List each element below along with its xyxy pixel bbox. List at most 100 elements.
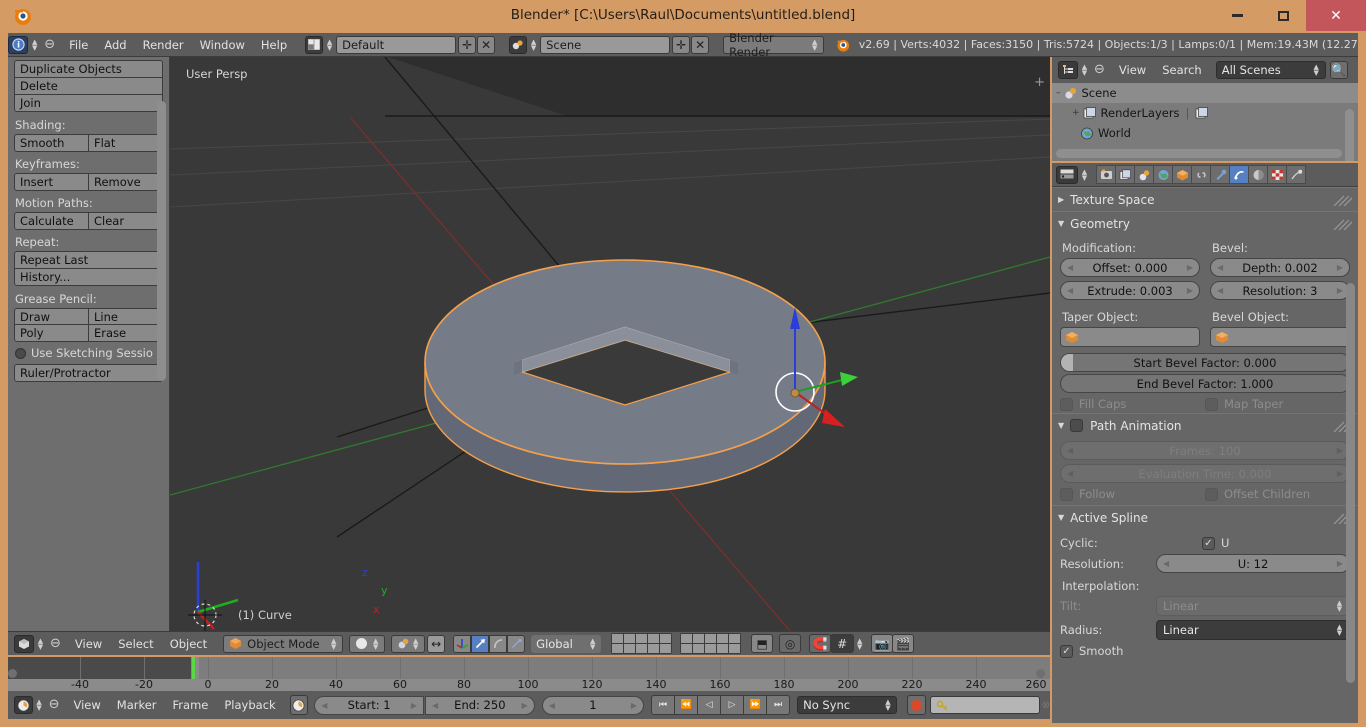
tab-constraints[interactable] xyxy=(1191,165,1211,184)
duplicate-objects-button[interactable]: Duplicate Objects xyxy=(14,60,163,78)
next-keyframe-button[interactable]: ⏩ xyxy=(743,695,768,715)
layer-15[interactable] xyxy=(660,644,672,653)
tool-shelf-scrollbar[interactable] xyxy=(157,61,166,627)
scene-expander-icon[interactable]: – xyxy=(1056,88,1061,98)
evaluation-time-field[interactable]: ◀ Evaluation Time: 0.000 ▶ xyxy=(1060,464,1350,483)
close-button[interactable]: ✕ xyxy=(1306,0,1366,31)
transform-orientation-dropdown[interactable]: Global ▲ ▼ xyxy=(531,634,602,653)
timeline-ruler[interactable]: -40 -20 0 20 40 60 80 100 120 140 160 18… xyxy=(8,657,1050,691)
layer-11[interactable] xyxy=(612,644,624,653)
proportional-edit-button[interactable]: ◎ xyxy=(779,634,802,653)
outliner-vertical-scrollbar[interactable] xyxy=(1345,109,1354,161)
tab-scene[interactable] xyxy=(1134,165,1154,184)
increment-icon[interactable]: ▶ xyxy=(631,701,637,710)
tab-modifiers[interactable] xyxy=(1210,165,1230,184)
decrement-icon[interactable]: ◀ xyxy=(321,701,327,710)
snap-magnet-button[interactable]: 🧲 xyxy=(809,634,832,653)
increment-icon[interactable]: ▶ xyxy=(1337,286,1343,295)
radius-dropdown[interactable]: Linear ▲ ▼ xyxy=(1156,620,1350,640)
timeline-menu-marker[interactable]: Marker xyxy=(109,695,165,715)
increment-icon[interactable]: ▶ xyxy=(1187,263,1193,272)
clear-paths-button[interactable]: Clear xyxy=(88,212,163,230)
renderlayers-expander-icon[interactable]: + xyxy=(1072,108,1080,118)
outliner-row-renderlayers[interactable]: + RenderLayers | xyxy=(1052,103,1358,123)
translate-manipulator-button[interactable] xyxy=(453,634,472,653)
scene-field[interactable]: Scene xyxy=(540,35,671,54)
current-frame-field[interactable]: ◀ 1 ▶ xyxy=(541,695,645,715)
timeline-scroll-right-handle[interactable] xyxy=(1036,669,1045,678)
rotate-mode-button[interactable] xyxy=(489,634,508,653)
timeline-menu-view[interactable]: View xyxy=(65,695,108,715)
outliner-menu-search[interactable]: Search xyxy=(1154,60,1210,80)
screen-layout-browse-button[interactable] xyxy=(305,35,324,54)
increment-icon[interactable]: ▶ xyxy=(522,701,528,710)
tilt-dropdown[interactable]: Linear ▲ ▼ xyxy=(1156,596,1350,616)
layer-4[interactable] xyxy=(648,634,660,643)
outliner-editor-type-spinner[interactable]: ▲ ▼ xyxy=(1081,64,1088,77)
editor-type-timeline-button[interactable] xyxy=(14,696,33,714)
layer-16[interactable] xyxy=(681,644,693,653)
keying-set-clear-icon[interactable]: ⊗ xyxy=(1042,700,1050,711)
ruler-protractor-button[interactable]: Ruler/Protractor xyxy=(14,364,163,382)
layer-14[interactable] xyxy=(648,644,660,653)
editor-type-info-button[interactable] xyxy=(8,35,29,54)
viewport-menu-select[interactable]: Select xyxy=(110,634,161,654)
outliner-row-scene[interactable]: – Scene xyxy=(1052,83,1358,103)
gp-erase-button[interactable]: Erase xyxy=(88,324,163,342)
tab-material[interactable] xyxy=(1248,165,1268,184)
properties-editor-type-spinner[interactable]: ▲ ▼ xyxy=(1081,168,1088,181)
layer-18[interactable] xyxy=(705,644,717,653)
lock-to-scene-button[interactable]: ⬒ xyxy=(751,634,774,653)
viewport-editor-type-spinner[interactable]: ▲ ▼ xyxy=(37,637,44,650)
render-engine-dropdown[interactable]: Blender Render ▲ ▼ xyxy=(723,31,825,59)
increment-icon[interactable]: ▶ xyxy=(1337,446,1343,455)
frames-field[interactable]: ◀ Frames: 100 ▶ xyxy=(1060,441,1350,460)
layer-2[interactable] xyxy=(624,634,636,643)
layer-13[interactable] xyxy=(636,644,648,653)
outliner-collapse-menus-icon[interactable]: ⊖ xyxy=(1088,63,1111,77)
menu-render[interactable]: Render xyxy=(135,35,192,55)
outliner-search-button[interactable]: 🔍 xyxy=(1329,61,1348,79)
outliner-menu-view[interactable]: View xyxy=(1111,60,1154,80)
editor-type-3dview-button[interactable] xyxy=(14,634,34,653)
layer-12[interactable] xyxy=(624,644,636,653)
layer-8[interactable] xyxy=(705,634,717,643)
layer-10[interactable] xyxy=(729,634,741,643)
tab-object[interactable] xyxy=(1172,165,1192,184)
jump-to-start-button[interactable]: ⏮ xyxy=(651,695,676,715)
offset-field[interactable]: ◀ Offset: 0.000 ▶ xyxy=(1060,258,1200,277)
follow-checkbox[interactable]: Follow xyxy=(1060,487,1205,501)
viewport-menu-object[interactable]: Object xyxy=(162,634,215,654)
flat-button[interactable]: Flat xyxy=(88,134,163,152)
snap-spinner[interactable]: ▲ ▼ xyxy=(856,637,863,650)
cyclic-u-checkbox[interactable]: ✓ U xyxy=(1202,536,1229,550)
decrement-icon[interactable]: ◀ xyxy=(432,701,438,710)
layer-1[interactable] xyxy=(612,634,624,643)
calculate-paths-button[interactable]: Calculate xyxy=(14,212,89,230)
scene-layers[interactable] xyxy=(611,633,742,654)
increment-icon[interactable]: ▶ xyxy=(1187,286,1193,295)
timeline-scroll-left-handle[interactable] xyxy=(8,669,17,678)
panel-active-spline[interactable]: ▼ Active Spline xyxy=(1052,505,1358,529)
menu-window[interactable]: Window xyxy=(192,35,253,55)
bevel-object-field[interactable] xyxy=(1210,327,1350,347)
viewport-collapse-menus-icon[interactable]: ⊖ xyxy=(44,636,67,651)
delete-button[interactable]: Delete xyxy=(14,77,163,95)
layer-19[interactable] xyxy=(717,644,729,653)
translate-mode-button[interactable] xyxy=(471,634,490,653)
tab-render[interactable] xyxy=(1096,165,1116,184)
scene-spinner[interactable]: ▲ ▼ xyxy=(530,38,537,51)
layer-6[interactable] xyxy=(681,634,693,643)
snap-element-dropdown[interactable]: # xyxy=(830,634,855,653)
viewport-menu-view[interactable]: View xyxy=(67,634,110,654)
start-frame-field[interactable]: ◀ Start: 1 ▶ xyxy=(314,695,424,715)
repeat-last-button[interactable]: Repeat Last xyxy=(14,251,163,269)
play-button[interactable]: ▷ xyxy=(720,695,745,715)
opengl-render-animation-button[interactable]: 🎬 xyxy=(892,634,915,653)
timeline-menu-frame[interactable]: Frame xyxy=(165,695,217,715)
join-button[interactable]: Join xyxy=(14,94,163,112)
layer-9[interactable] xyxy=(717,634,729,643)
bevel-resolution-field[interactable]: ◀ Resolution: 3 ▶ xyxy=(1210,281,1350,300)
use-preview-range-button[interactable] xyxy=(289,695,309,715)
history-button[interactable]: History... xyxy=(14,268,163,286)
